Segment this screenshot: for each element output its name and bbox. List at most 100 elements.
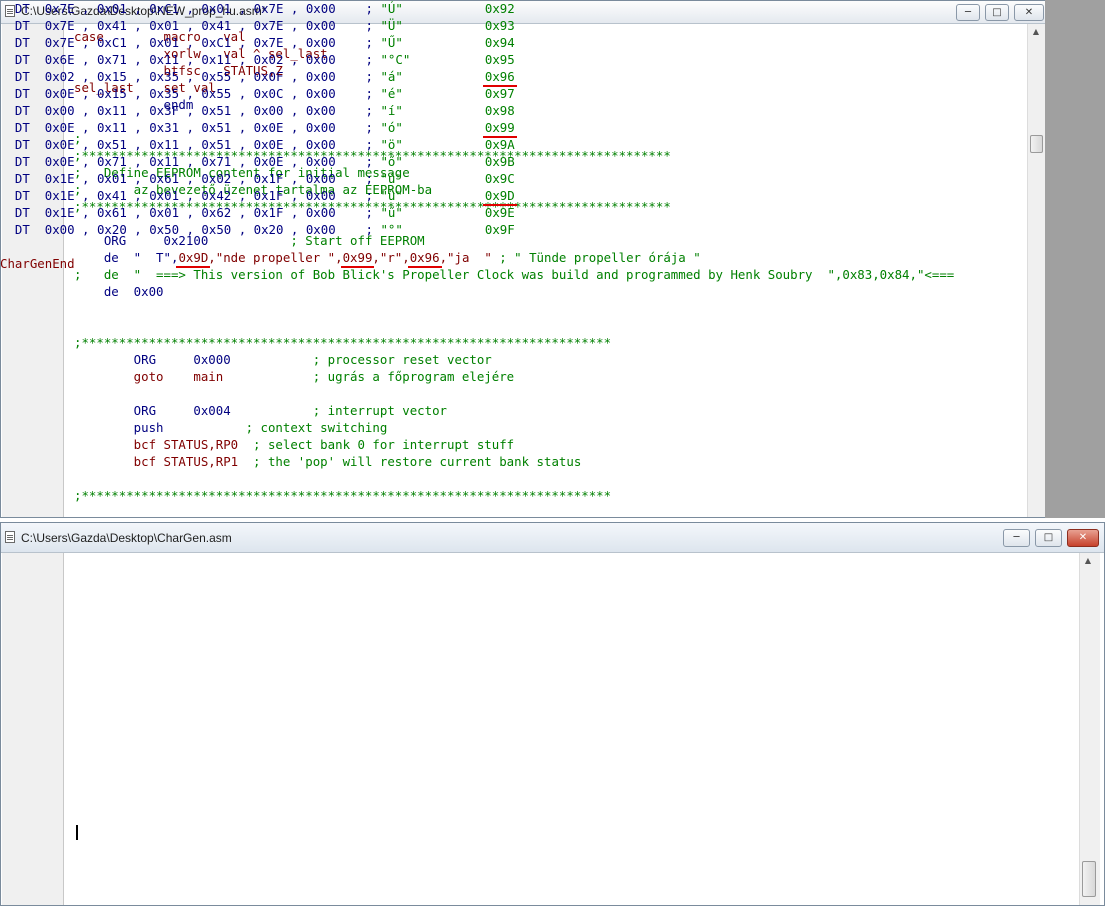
table-row: DT 0x00 , 0x20 , 0x50 , 0x50 , 0x20 , 0x… <box>0 221 515 238</box>
code-editor-area[interactable]: DT 0x7E , 0x01 , 0xC1 , 0x01 , 0x7E , 0x… <box>0 0 515 272</box>
char-comment: "Ű" <box>380 35 485 50</box>
char-comment: "ü" <box>380 188 485 203</box>
title-bar[interactable]: C:\Users\Gazda\Desktop\CharGen.asm ─ □ ✕ <box>1 523 1104 553</box>
char-comment: "°" <box>380 222 485 237</box>
dt-bytes: DT 0x7E , 0x01 , 0xC1 , 0x01 , 0x7E , 0x… <box>0 1 381 16</box>
char-code: 0x97 <box>484 86 515 101</box>
table-row: DT 0x02 , 0x15 , 0x35 , 0x55 , 0x0F , 0x… <box>0 68 515 85</box>
char-comment: "ú" <box>380 171 485 186</box>
maximize-button[interactable]: □ <box>985 4 1009 21</box>
minimize-button[interactable]: ─ <box>1003 529 1030 547</box>
code-comment: ; processor reset vector <box>312 352 492 367</box>
code-text: ORG 0x004 <box>74 403 313 418</box>
char-comment: "ö" <box>380 137 485 152</box>
char-code: 0x9A <box>484 137 515 152</box>
code-text: de 0x00 <box>74 284 164 299</box>
char-code: 0x98 <box>484 103 515 118</box>
vertical-scrollbar[interactable]: ▲ <box>1027 24 1045 517</box>
end-label: CharGenEnd <box>0 256 75 271</box>
code-comment: ; the 'pop' will restore current bank st… <box>253 454 582 469</box>
code-line: de 0x00 <box>74 283 954 300</box>
table-row: DT 0x1E , 0x41 , 0x01 , 0x42 , 0x1F , 0x… <box>0 187 515 204</box>
code-line: bcf STATUS,RP0 ; select bank 0 for inter… <box>74 436 954 453</box>
editor-gutter <box>2 553 64 905</box>
code-line: goto main ; ugrás a főprogram elejére <box>74 368 954 385</box>
scroll-up-arrow-icon[interactable]: ▲ <box>1081 554 1095 568</box>
char-code: 0x93 <box>484 18 515 33</box>
code-text: push <box>74 420 246 435</box>
char-code: 0x9E <box>484 205 515 220</box>
dt-bytes: DT 0x1E , 0x01 , 0x61 , 0x02 , 0x1F , 0x… <box>0 171 381 186</box>
code-text: goto main <box>74 369 313 384</box>
code-line: ;***************************************… <box>74 334 954 351</box>
table-row: DT 0x6E , 0x71 , 0x11 , 0x11 , 0x02 , 0x… <box>0 51 515 68</box>
dt-bytes: DT 0x1E , 0x41 , 0x01 , 0x42 , 0x1F , 0x… <box>0 188 381 203</box>
editor-window-chargen: C:\Users\Gazda\Desktop\CharGen.asm ─ □ ✕… <box>0 522 1105 906</box>
char-code: 0x9D <box>484 188 515 203</box>
code-comment: ; interrupt vector <box>312 403 447 418</box>
code-comment: ; select bank 0 for interrupt stuff <box>253 437 515 452</box>
char-code: 0x9B <box>484 154 515 169</box>
char-comment: "Ü" <box>380 18 485 33</box>
desktop-background <box>1045 0 1105 518</box>
char-code: 0x92 <box>484 1 515 16</box>
text-caret <box>76 825 78 840</box>
dt-bytes: DT 0x00 , 0x11 , 0x3F , 0x51 , 0x00 , 0x… <box>0 103 381 118</box>
dt-bytes: DT 0x7E , 0x41 , 0x01 , 0x41 , 0x7E , 0x… <box>0 18 381 33</box>
code-text: bcf STATUS,RP1 <box>74 454 254 469</box>
code-text: ORG 0x000 <box>74 352 313 367</box>
table-row: DT 0x00 , 0x11 , 0x3F , 0x51 , 0x00 , 0x… <box>0 102 515 119</box>
dt-bytes: DT 0x6E , 0x71 , 0x11 , 0x11 , 0x02 , 0x… <box>0 52 381 67</box>
close-button[interactable]: ✕ <box>1014 4 1044 21</box>
maximize-button[interactable]: □ <box>1035 529 1062 547</box>
scroll-up-arrow-icon[interactable]: ▲ <box>1029 25 1043 39</box>
dt-bytes: DT 0x0E , 0x51 , 0x11 , 0x51 , 0x0E , 0x… <box>0 137 381 152</box>
scroll-thumb[interactable] <box>1030 135 1043 153</box>
char-code: 0x94 <box>484 35 515 50</box>
char-comment: "ő" <box>380 154 485 169</box>
code-text: bcf STATUS,RP0 <box>74 437 254 452</box>
table-row: DT 0x0E , 0x11 , 0x31 , 0x51 , 0x0E , 0x… <box>0 119 515 136</box>
table-row: DT 0x7E , 0xC1 , 0x01 , 0xC1 , 0x7E , 0x… <box>0 34 515 51</box>
code-comment: ;***************************************… <box>74 335 612 350</box>
table-row: DT 0x0E , 0x71 , 0x11 , 0x71 , 0x0E , 0x… <box>0 153 515 170</box>
char-comment: "ó" <box>380 120 485 135</box>
code-comment: ; " Tünde propeller órája " <box>499 250 701 265</box>
code-line: ORG 0x004 ; interrupt vector <box>74 402 954 419</box>
document-icon <box>5 531 15 543</box>
code-line: ;***************************************… <box>74 487 954 504</box>
table-row: DT 0x1E , 0x01 , 0x61 , 0x02 , 0x1F , 0x… <box>0 170 515 187</box>
char-comment: "Ú" <box>380 1 485 16</box>
code-line: bcf STATUS,RP1 ; the 'pop' will restore … <box>74 453 954 470</box>
char-comment: "ű" <box>380 205 485 220</box>
char-code: 0x9F <box>484 222 515 237</box>
dt-bytes: DT 0x0E , 0x71 , 0x11 , 0x71 , 0x0E , 0x… <box>0 154 381 169</box>
char-comment: "á" <box>380 69 485 84</box>
scroll-thumb[interactable] <box>1082 861 1096 897</box>
char-code: 0x99 <box>484 120 515 135</box>
char-comment: "í" <box>380 103 485 118</box>
code-comment: ;***************************************… <box>74 488 612 503</box>
table-row: DT 0x0E , 0x51 , 0x11 , 0x51 , 0x0E , 0x… <box>0 136 515 153</box>
code-line: push ; context switching <box>74 419 954 436</box>
code-comment: ; ugrás a főprogram elejére <box>312 369 515 384</box>
window-title: C:\Users\Gazda\Desktop\CharGen.asm <box>21 531 232 545</box>
table-row: DT 0x7E , 0x41 , 0x01 , 0x41 , 0x7E , 0x… <box>0 17 515 34</box>
table-row: DT 0x1E , 0x61 , 0x01 , 0x62 , 0x1F , 0x… <box>0 204 515 221</box>
dt-bytes: DT 0x0E , 0x11 , 0x31 , 0x51 , 0x0E , 0x… <box>0 120 381 135</box>
dt-bytes: DT 0x7E , 0xC1 , 0x01 , 0xC1 , 0x7E , 0x… <box>0 35 381 50</box>
dt-bytes: DT 0x02 , 0x15 , 0x35 , 0x55 , 0x0F , 0x… <box>0 69 381 84</box>
table-row: DT 0x0E , 0x15 , 0x35 , 0x55 , 0x0C , 0x… <box>0 85 515 102</box>
code-comment: ; context switching <box>245 420 388 435</box>
minimize-button[interactable]: ─ <box>956 4 980 21</box>
vertical-scrollbar[interactable]: ▲ <box>1079 553 1100 905</box>
dt-bytes: DT 0x0E , 0x15 , 0x35 , 0x55 , 0x0C , 0x… <box>0 86 381 101</box>
table-row: DT 0x7E , 0x01 , 0xC1 , 0x01 , 0x7E , 0x… <box>0 0 515 17</box>
close-button[interactable]: ✕ <box>1067 529 1099 547</box>
dt-bytes: DT 0x1E , 0x61 , 0x01 , 0x62 , 0x1F , 0x… <box>0 205 381 220</box>
dt-bytes: DT 0x00 , 0x20 , 0x50 , 0x50 , 0x20 , 0x… <box>0 222 381 237</box>
